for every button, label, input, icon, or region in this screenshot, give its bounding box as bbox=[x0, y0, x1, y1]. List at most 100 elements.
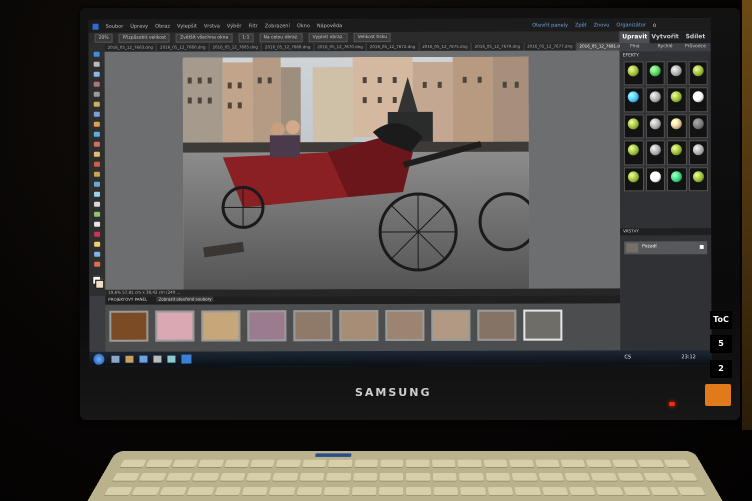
thumbnail[interactable] bbox=[431, 309, 471, 341]
effect-swatch[interactable] bbox=[688, 87, 708, 113]
crop-tool-icon[interactable] bbox=[94, 231, 101, 237]
subtab-quick[interactable]: Rychlé bbox=[650, 43, 680, 51]
tab-share[interactable]: Sdílet bbox=[680, 31, 710, 43]
eraser-tool-icon[interactable] bbox=[93, 151, 100, 157]
canvas-area[interactable] bbox=[104, 50, 621, 296]
undo-button[interactable]: Zpět bbox=[575, 22, 587, 28]
effect-swatch[interactable] bbox=[645, 87, 665, 113]
thumbnail-selected[interactable] bbox=[523, 309, 563, 341]
zoom-all-button[interactable]: Zvětšit všechna okna bbox=[176, 33, 233, 43]
document-tab[interactable]: 2016_05_12_7672.dng bbox=[366, 42, 420, 52]
document-tab[interactable]: 2016_05_12_7675.dng bbox=[419, 42, 472, 51]
zoom-tool-icon[interactable] bbox=[93, 61, 100, 67]
document-tab[interactable]: 2016_05_12_7663.dng bbox=[104, 43, 158, 52]
red-eye-tool-icon[interactable] bbox=[93, 121, 100, 127]
background-color-swatch[interactable] bbox=[95, 279, 105, 289]
effect-swatch[interactable] bbox=[688, 61, 708, 86]
effect-swatch[interactable] bbox=[666, 87, 687, 113]
lasso-tool-icon[interactable] bbox=[93, 101, 100, 107]
tab-create[interactable]: Vytvořit bbox=[650, 31, 680, 43]
subtab-full[interactable]: Plná bbox=[620, 43, 650, 51]
effect-swatch[interactable] bbox=[688, 166, 708, 192]
document-tab[interactable]: 2016_05_12_7660.dng bbox=[157, 43, 210, 52]
show-open-files-dropdown[interactable]: Zobrazit otevřené soubory bbox=[156, 296, 214, 302]
redo-button[interactable]: Znovu bbox=[594, 22, 610, 28]
menu-item[interactable]: Filtr bbox=[248, 23, 257, 29]
brush-tool-icon[interactable] bbox=[93, 161, 100, 167]
subtab-guided[interactable]: Průvodce bbox=[680, 43, 710, 51]
effect-swatch[interactable] bbox=[645, 166, 665, 192]
menu-item[interactable]: Soubor bbox=[106, 23, 124, 29]
actual-pixels-button[interactable]: 1:1 bbox=[238, 33, 254, 43]
taskbar-app-icon[interactable] bbox=[167, 355, 176, 363]
spot-healing-tool-icon[interactable] bbox=[93, 131, 100, 137]
thumbnail[interactable] bbox=[385, 309, 425, 342]
effect-swatch[interactable] bbox=[645, 114, 665, 139]
fit-screen-button[interactable]: Na celou obraz. bbox=[259, 33, 303, 43]
recompose-tool-icon[interactable] bbox=[94, 241, 101, 247]
effect-swatch[interactable] bbox=[666, 114, 687, 139]
thumbnail[interactable] bbox=[293, 310, 333, 342]
start-button-icon[interactable] bbox=[93, 353, 105, 365]
taskbar-app-icon-active[interactable] bbox=[181, 354, 192, 364]
straighten-tool-icon[interactable] bbox=[94, 251, 101, 257]
effect-swatch[interactable] bbox=[645, 140, 665, 165]
paint-bucket-tool-icon[interactable] bbox=[93, 181, 100, 187]
menu-item[interactable]: Výběr bbox=[227, 23, 242, 29]
print-size-button[interactable]: Velikost tisku bbox=[353, 33, 392, 43]
blur-tool-icon[interactable] bbox=[94, 211, 101, 217]
thumbnail[interactable] bbox=[109, 310, 149, 342]
pencil-tool-icon[interactable] bbox=[94, 261, 101, 267]
menu-item[interactable]: Úpravy bbox=[130, 23, 148, 29]
taskbar-app-icon[interactable] bbox=[111, 355, 120, 363]
tab-edit[interactable]: Upravit bbox=[619, 31, 650, 44]
effect-swatch[interactable] bbox=[623, 140, 644, 166]
clock[interactable]: 23:12 bbox=[681, 354, 695, 360]
menu-item[interactable]: Obraz bbox=[155, 23, 170, 29]
effect-swatch[interactable] bbox=[623, 61, 644, 86]
move-tool-icon[interactable] bbox=[93, 51, 100, 57]
thumbnail[interactable] bbox=[155, 310, 195, 342]
quick-selection-tool-icon[interactable] bbox=[93, 111, 100, 117]
home-icon[interactable]: ⌂ bbox=[653, 22, 656, 28]
shape-tool-icon[interactable] bbox=[94, 201, 101, 207]
effect-swatch[interactable] bbox=[623, 166, 644, 192]
menu-item[interactable]: Zobrazení bbox=[265, 23, 290, 29]
organizer-button[interactable]: Organizátor bbox=[616, 22, 645, 28]
eyedropper-tool-icon[interactable] bbox=[93, 81, 100, 87]
effect-swatch[interactable] bbox=[666, 166, 687, 192]
fit-window-button[interactable]: Přizpůsobit velikost bbox=[118, 33, 171, 43]
taskbar-app-icon[interactable] bbox=[139, 355, 148, 363]
thumbnail[interactable] bbox=[477, 309, 517, 341]
open-panels-button[interactable]: Otevřít panely bbox=[532, 22, 568, 28]
document-tab[interactable]: 2016_05_12_7677.dng bbox=[524, 42, 577, 51]
document-tab[interactable]: 2016_05_12_7679.dng bbox=[471, 42, 525, 51]
taskbar-app-icon[interactable] bbox=[125, 355, 134, 363]
app-logo-icon[interactable] bbox=[92, 23, 99, 30]
zoom-field[interactable]: 20% bbox=[94, 33, 113, 43]
gradient-tool-icon[interactable] bbox=[93, 191, 101, 197]
text-tool-icon[interactable] bbox=[94, 221, 101, 227]
clone-stamp-tool-icon[interactable] bbox=[93, 141, 100, 147]
effect-swatch[interactable] bbox=[645, 61, 665, 86]
document-tab[interactable]: 2016_05_12_7670.dng bbox=[314, 43, 367, 52]
document-tab[interactable]: 2016_05_12_7665.dng bbox=[209, 43, 262, 52]
effect-swatch[interactable] bbox=[688, 113, 708, 139]
language-indicator[interactable]: CS bbox=[624, 354, 631, 360]
effect-swatch[interactable] bbox=[688, 140, 708, 165]
effect-swatch[interactable] bbox=[666, 61, 687, 86]
effect-swatch[interactable] bbox=[623, 87, 644, 113]
thumbnail[interactable] bbox=[201, 310, 241, 342]
document-tab[interactable]: 2016_05_12_7668.dng bbox=[261, 43, 315, 52]
effect-swatch[interactable] bbox=[623, 114, 644, 139]
lock-icon[interactable]: ■ bbox=[699, 244, 704, 250]
menu-item[interactable]: Nápověda bbox=[317, 23, 342, 29]
marquee-tool-icon[interactable] bbox=[93, 91, 100, 97]
effect-swatch[interactable] bbox=[666, 140, 687, 165]
taskbar-app-icon[interactable] bbox=[153, 355, 162, 363]
thumbnail[interactable] bbox=[339, 310, 379, 342]
menu-item[interactable]: Vrstva bbox=[204, 23, 220, 29]
menu-item[interactable]: Vylepšit bbox=[177, 23, 197, 29]
fill-screen-button[interactable]: Vyplnit obraz. bbox=[308, 33, 348, 43]
smart-brush-tool-icon[interactable] bbox=[93, 171, 100, 177]
